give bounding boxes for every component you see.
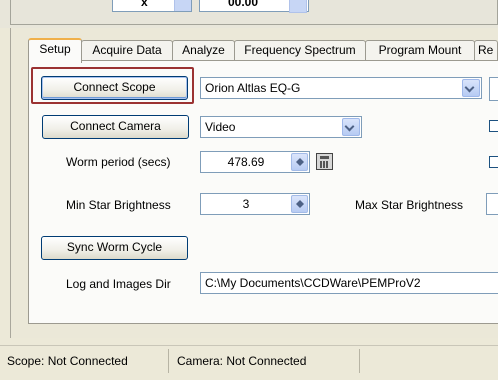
top-combo[interactable]: 00.00 (199, 0, 309, 13)
right-edge-button[interactable] (489, 77, 498, 101)
tab-analyze[interactable]: Analyze (172, 40, 235, 61)
camera-type-value: Video (205, 120, 236, 134)
calculator-icon[interactable] (316, 153, 333, 170)
log-images-dir-label: Log and Images Dir (66, 277, 171, 291)
tab-acquire-data[interactable]: Acquire Data (81, 40, 173, 61)
chevron-down-icon[interactable] (342, 118, 360, 136)
top-spin-arrows-icon[interactable] (174, 0, 191, 11)
scope-model-value: Orion Altlas EQ-G (205, 81, 301, 95)
top-spin-input[interactable]: x (112, 0, 192, 12)
min-star-brightness-input[interactable]: 3 (200, 193, 310, 215)
status-camera: Camera: Not Connected (170, 349, 360, 373)
top-combo-chevron-down-icon[interactable] (289, 0, 307, 13)
tab-program-mount[interactable]: Program Mount (365, 40, 475, 61)
chevron-down-icon[interactable] (462, 79, 480, 97)
top-combo-value: 00.00 (228, 0, 259, 9)
log-images-dir-value: C:\My Documents\CCDWare\PEMProV2 (205, 276, 421, 290)
connect-camera-button[interactable]: Connect Camera (42, 115, 189, 139)
spin-arrows-icon[interactable] (291, 153, 308, 171)
top-spin-value: x (141, 0, 148, 9)
tab-setup[interactable]: Setup (28, 38, 82, 63)
tab-strip: Setup Acquire Data Analyze Frequency Spe… (28, 38, 498, 63)
checkbox-2[interactable] (489, 156, 498, 168)
worm-period-value: 478.69 (227, 155, 265, 169)
min-star-brightness-value: 3 (242, 197, 250, 211)
max-star-brightness-label: Max Star Brightness (355, 198, 464, 212)
worm-period-label: Worm period (secs) (66, 155, 171, 169)
scope-model-select[interactable]: Orion Altlas EQ-G (200, 77, 482, 99)
checkbox-1[interactable] (489, 120, 498, 132)
log-images-dir-input[interactable]: C:\My Documents\CCDWare\PEMProV2 (200, 272, 498, 294)
max-star-brightness-input[interactable] (486, 193, 498, 215)
connect-scope-button[interactable]: Connect Scope (41, 76, 188, 100)
min-star-brightness-label: Min Star Brightness (66, 198, 171, 212)
worm-period-input[interactable]: 478.69 (200, 151, 310, 173)
tab-frequency-spectrum[interactable]: Frequency Spectrum (234, 40, 366, 61)
tab-overflow[interactable]: Re (474, 40, 498, 60)
status-scope: Scope: Not Connected (0, 349, 169, 373)
spin-arrows-icon[interactable] (291, 195, 308, 213)
camera-type-select[interactable]: Video (200, 116, 362, 138)
sync-worm-cycle-button[interactable]: Sync Worm Cycle (41, 236, 188, 260)
